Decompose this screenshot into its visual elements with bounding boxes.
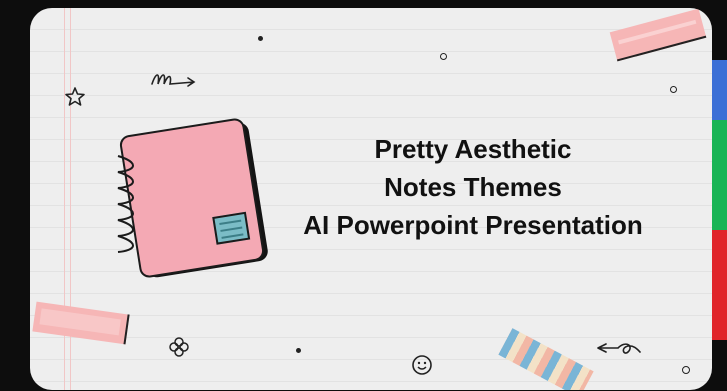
- washi-tape: [32, 301, 130, 345]
- slide: Pretty Aesthetic Notes Themes AI Powerpo…: [30, 8, 712, 390]
- smiley-icon: [412, 355, 432, 375]
- curl-arrow-icon: [597, 343, 641, 354]
- side-strip-red: [712, 230, 727, 340]
- title-line-1: Pretty Aesthetic: [374, 134, 572, 164]
- title-line-2: Notes Themes: [384, 172, 562, 202]
- squiggle-arrow-icon: [151, 74, 196, 87]
- flower-icon: [169, 337, 189, 357]
- dot-icon: [258, 36, 263, 41]
- dot-icon: [440, 53, 447, 60]
- dot-icon: [670, 86, 677, 93]
- dot-icon: [682, 366, 690, 374]
- star-icon: [65, 87, 85, 106]
- dot-icon: [296, 348, 301, 353]
- washi-tape: [609, 8, 707, 62]
- title-line-3: AI Powerpoint Presentation: [303, 210, 643, 240]
- side-strip-green: [712, 120, 727, 230]
- spiral-icon: [117, 155, 134, 253]
- notebook-label: [212, 211, 251, 245]
- washi-tape: [498, 328, 594, 390]
- slide-title: Pretty Aesthetic Notes Themes AI Powerpo…: [258, 130, 688, 244]
- side-strip-blue: [712, 60, 727, 120]
